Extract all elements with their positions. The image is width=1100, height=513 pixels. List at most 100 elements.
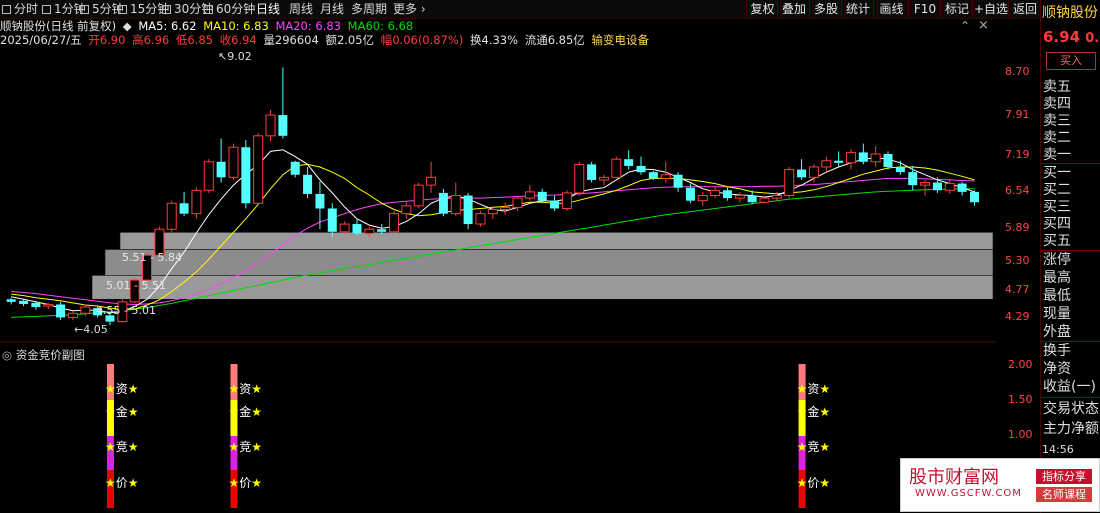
sector-label: 输变电设备 [591,33,649,47]
candle [797,159,807,180]
candle [290,160,300,178]
candle-body [253,135,264,204]
tab-60min[interactable]: 60分钟 [204,1,255,17]
signal-label: ★金★ [105,403,139,420]
candle-body [870,153,881,163]
back-button[interactable]: 返回 [1008,0,1041,18]
candle [191,187,202,219]
collapse-icon[interactable]: ⌃ [960,19,970,33]
tab-more[interactable]: 更多 › [393,1,426,17]
candle-body [845,151,856,164]
candle-body [784,169,795,196]
add-watchlist-button[interactable]: +自选 [972,0,1009,18]
signal-char: 金 [115,405,128,419]
candle [315,181,325,230]
subchart-bars [106,364,806,508]
candle-body [747,195,757,203]
watermark-tag: 指标分享 [1036,469,1092,484]
star-icon: ★ [104,476,116,490]
candle [228,143,239,180]
fuquan-button[interactable]: 复权 [746,0,778,18]
signal-char: 价 [807,476,820,490]
candle-body [858,152,868,162]
multi-stock-button[interactable]: 多股 [809,0,842,18]
stock-name: 顺钠股份 [1042,5,1098,21]
candle [401,202,412,219]
settings-icon[interactable]: ◆ [123,19,132,33]
close-icon[interactable]: × [978,18,989,33]
candle-body [932,182,942,191]
candle [561,190,572,212]
candle-body [401,205,412,215]
candle [969,190,979,206]
tab-multi-period[interactable]: 多周期 [351,1,387,17]
candle [660,161,671,183]
candle-body [228,146,239,178]
tab-fenshi[interactable]: 分时 [2,1,38,17]
candle-body [364,228,375,234]
watermark-logo: 股市财富网 WWW.GSCFW.COM 指标分享 名师课程 [900,458,1100,512]
candle-body [797,169,807,178]
tab-daily[interactable]: 日线 [256,1,280,17]
stats-button[interactable]: 统计 [841,0,874,18]
price-value: 6.94 [1043,28,1081,46]
y-tick: 5.89 [1005,221,1030,234]
star-icon: ★ [251,405,263,419]
candle [722,187,732,201]
candle-body [834,160,844,163]
tab-weekly[interactable]: 周线 [289,1,313,17]
draw-line-button[interactable]: 画线 [873,0,909,18]
candle [56,301,66,321]
candle-body [31,302,41,308]
signal-label: ★竞★ [228,438,262,455]
candle-body [413,184,424,207]
ohlc-info-row: 2025/06/27/五 开6.90 高6.96 低6.85 收6.94 量29… [0,33,652,47]
candle-body [487,209,498,215]
candle-body [587,164,597,180]
signal-label: ★金★ [797,403,831,420]
tab-label: 日线 [256,2,281,16]
tab-monthly[interactable]: 月线 [320,1,344,17]
star-icon: ★ [228,440,240,454]
candle [6,297,16,305]
candle-body [339,223,350,233]
sell5-label: 卖五 [1043,79,1071,95]
candle-body [80,306,91,314]
star-icon: ★ [228,405,240,419]
star-icon: ★ [104,405,116,419]
candle-body [203,161,214,191]
buy4-label: 买四 [1043,216,1071,232]
support-zone [91,275,994,300]
candle [821,156,832,173]
candle-body [191,189,202,215]
candle-body [463,195,473,225]
star-icon: ★ [127,476,139,490]
buy-button[interactable]: 买入 [1046,52,1096,70]
candle-body [537,191,547,201]
chevron-right-icon: › [420,2,426,16]
signal-label: ★价★ [797,474,831,491]
candle-body [673,174,683,188]
sub-y-tick: 1.00 [1008,428,1033,441]
candle-body [808,166,819,178]
volume-label: 量296604 [263,33,319,47]
square-icon [162,5,171,14]
signal-char: 资 [115,382,128,396]
star-icon: ★ [104,440,116,454]
candle [598,174,609,186]
ma10-label: MA10: 6.83 [203,19,269,33]
signal-label: ★金★ [228,403,262,420]
candlestick-chart[interactable] [0,48,995,343]
mark-button[interactable]: 标记 [940,0,973,18]
candle [463,192,473,230]
candle-body [438,192,448,214]
limit-up-label: 涨停 [1043,252,1071,268]
turnover-label: 换4.33% [470,33,519,47]
candle [673,172,683,192]
f10-button[interactable]: F10 [908,0,941,18]
candle [303,166,313,199]
tab-label: 60分钟 [216,2,256,16]
square-icon [118,5,127,14]
candle-body [265,114,276,137]
overlay-button[interactable]: 叠加 [777,0,810,18]
